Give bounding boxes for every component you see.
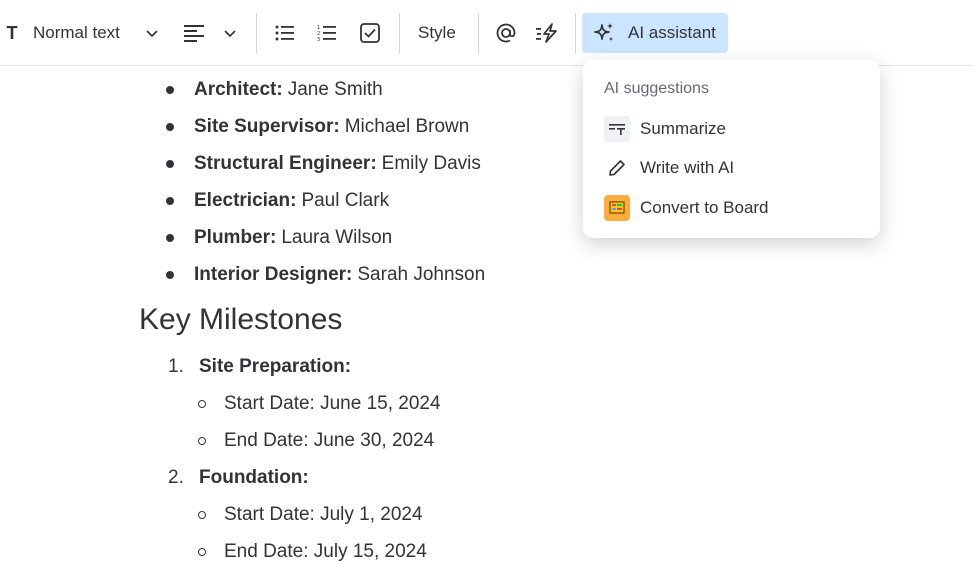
toolbar-divider xyxy=(399,13,400,53)
end-date: End Date: June 30, 2024 xyxy=(224,430,435,451)
start-date: Start Date: June 15, 2024 xyxy=(224,393,441,414)
mention-icon[interactable] xyxy=(494,21,518,45)
menu-item-convert-to-board[interactable]: Convert to Board xyxy=(604,193,769,223)
menu-item-label: Write with AI xyxy=(640,158,735,177)
menu-item-summarize[interactable]: Summarize xyxy=(604,114,726,144)
list-item: Site Supervisor: Michael Brown xyxy=(166,113,469,141)
person-name: Laura Wilson xyxy=(281,227,393,248)
bullet-dot xyxy=(166,86,174,94)
menu-heading: AI suggestions xyxy=(604,80,709,97)
board-icon xyxy=(604,195,630,221)
svg-text:3: 3 xyxy=(317,37,320,42)
toolbar-divider xyxy=(256,13,257,53)
person-name: Sarah Johnson xyxy=(357,264,486,285)
bullet-dot xyxy=(166,234,174,242)
numbered-item: 1. Site Preparation: xyxy=(168,353,351,381)
chevron-down-icon[interactable] xyxy=(143,24,161,42)
list-item: Architect: Jane Smith xyxy=(166,76,383,104)
ai-assistant-label: AI assistant xyxy=(628,23,716,42)
magic-lightning-icon[interactable] xyxy=(534,21,560,45)
toolbar-divider xyxy=(478,13,479,53)
person-name: Paul Clark xyxy=(301,190,390,211)
summarize-icon xyxy=(604,116,630,142)
milestone-title: Foundation: xyxy=(199,467,309,488)
bullet-dot xyxy=(166,197,174,205)
circle-bullet xyxy=(198,548,206,556)
role-label: Plumber: xyxy=(194,227,277,248)
numbered-item: 2. Foundation: xyxy=(168,464,309,492)
bullet-dot xyxy=(166,160,174,168)
bulleted-list-icon[interactable] xyxy=(274,22,296,44)
menu-item-write-with-ai[interactable]: Write with AI xyxy=(604,153,734,183)
circle-bullet xyxy=(198,437,206,445)
sub-list-item: Start Date: June 15, 2024 xyxy=(198,390,441,418)
role-label: Site Supervisor: xyxy=(194,116,340,137)
list-number: 2. xyxy=(168,467,184,488)
person-name: Jane Smith xyxy=(287,79,383,100)
milestone-title: Site Preparation: xyxy=(199,356,352,377)
ai-suggestions-menu: AI suggestions Summarize Write with AI C… xyxy=(583,60,880,238)
list-item: Electrician: Paul Clark xyxy=(166,187,389,215)
bullet-dot xyxy=(166,271,174,279)
menu-item-label: Convert to Board xyxy=(640,198,769,217)
role-label: Electrician: xyxy=(194,190,297,211)
list-item: Interior Designer: Sarah Johnson xyxy=(166,261,485,289)
chevron-down-icon[interactable] xyxy=(221,24,239,42)
editor-toolbar: T Normal text 123 Style AI assistant xyxy=(0,0,973,66)
align-left-icon[interactable] xyxy=(182,22,206,44)
circle-bullet xyxy=(198,400,206,408)
sub-list-item: Start Date: July 1, 2024 xyxy=(198,501,423,529)
sub-list-item: End Date: July 15, 2024 xyxy=(198,538,427,566)
text-type-icon[interactable]: T xyxy=(4,20,20,46)
list-item: Plumber: Laura Wilson xyxy=(166,224,392,252)
start-date: Start Date: July 1, 2024 xyxy=(224,504,423,525)
numbered-list-icon[interactable]: 123 xyxy=(316,22,338,44)
role-label: Interior Designer: xyxy=(194,264,353,285)
sparkle-icon xyxy=(592,21,616,45)
checklist-icon[interactable] xyxy=(358,21,382,45)
list-number: 1. xyxy=(168,356,184,377)
person-name: Emily Davis xyxy=(381,153,481,174)
text-type-dropdown[interactable]: Normal text xyxy=(33,20,120,46)
style-button[interactable]: Style xyxy=(418,20,456,46)
bullet-dot xyxy=(166,123,174,131)
circle-bullet xyxy=(198,511,206,519)
person-name: Michael Brown xyxy=(344,116,470,137)
sub-list-item: End Date: June 30, 2024 xyxy=(198,427,434,455)
end-date: End Date: July 15, 2024 xyxy=(224,541,427,562)
section-heading: Key Milestones xyxy=(139,303,343,336)
pencil-icon xyxy=(604,155,630,181)
list-item: Structural Engineer: Emily Davis xyxy=(166,150,481,178)
toolbar-divider xyxy=(575,13,576,53)
ai-assistant-button[interactable]: AI assistant xyxy=(582,13,728,53)
role-label: Architect: xyxy=(194,79,283,100)
menu-item-label: Summarize xyxy=(640,119,726,138)
role-label: Structural Engineer: xyxy=(194,153,377,174)
